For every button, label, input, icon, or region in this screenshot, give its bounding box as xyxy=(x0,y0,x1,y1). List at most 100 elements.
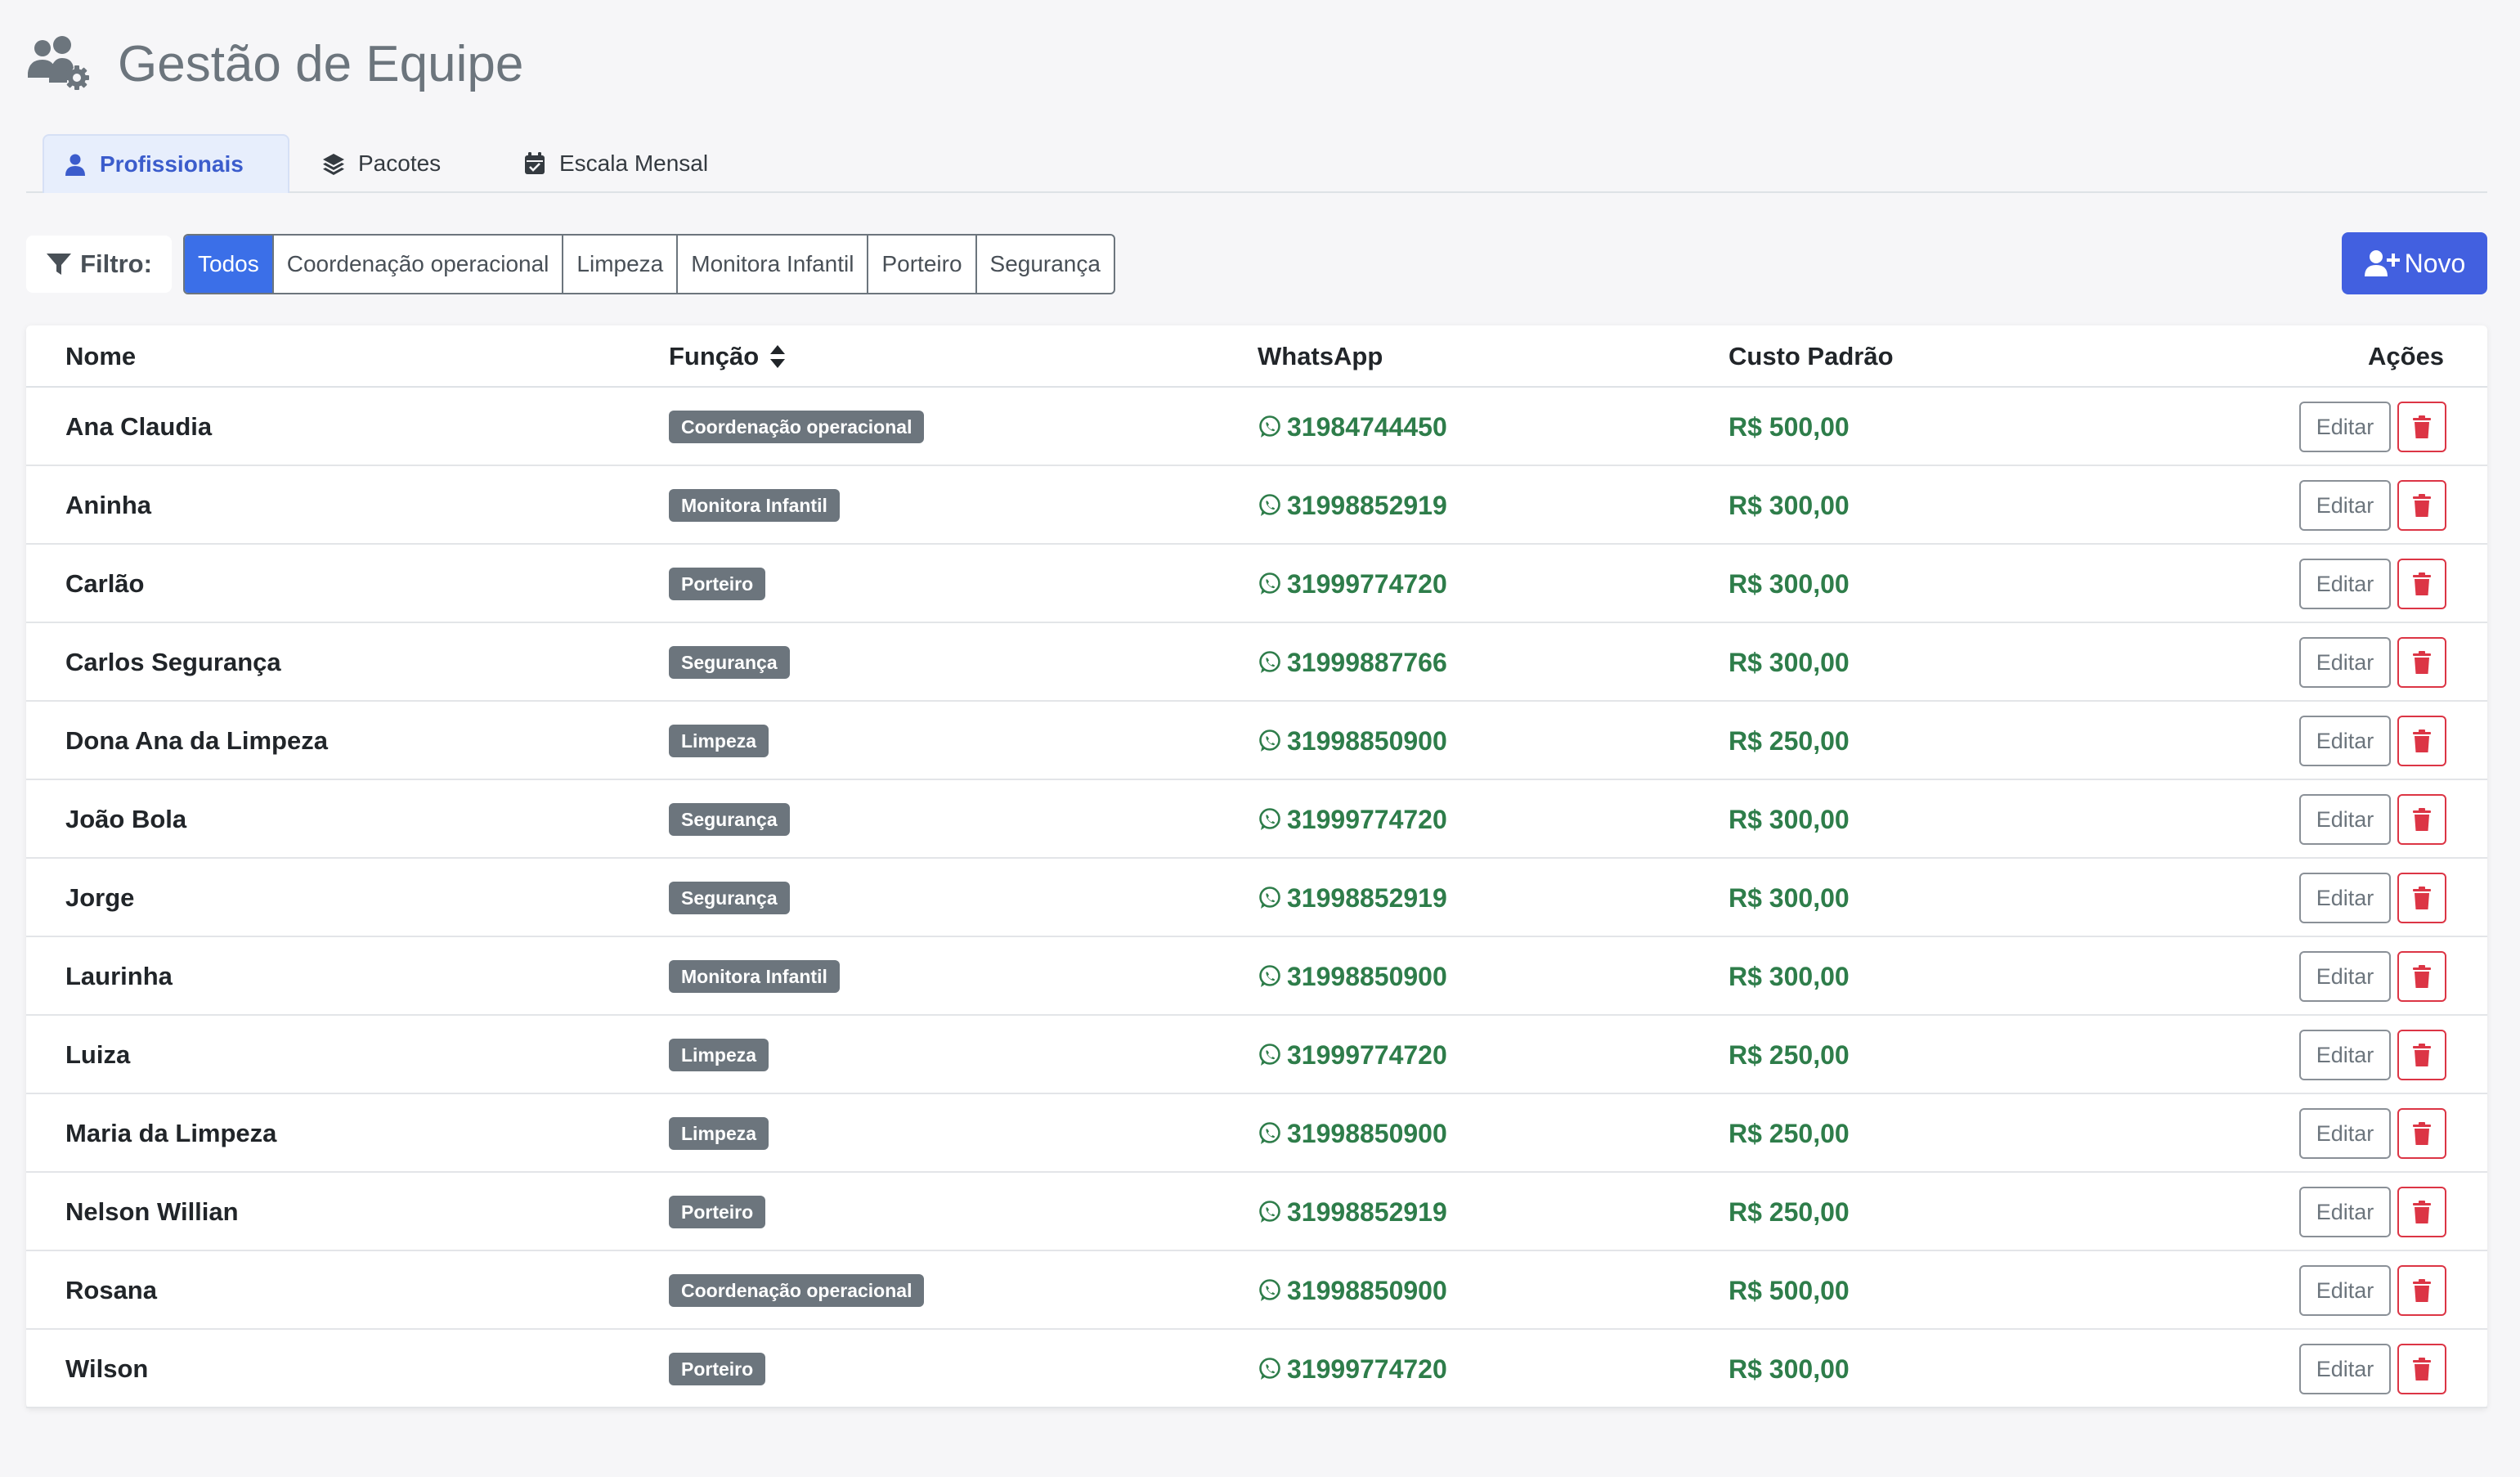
trash-icon xyxy=(2413,1122,2431,1145)
tab-label: Pacotes xyxy=(358,150,442,176)
delete-button[interactable] xyxy=(2397,1030,2446,1080)
table-row: Carlos Segurança Segurança 31999887766 R$ 3… xyxy=(26,623,2487,702)
whatsapp-icon xyxy=(1259,1122,1280,1144)
filter-button-group: Todos Coordenação operacional Limpeza Mo… xyxy=(183,234,1115,294)
edit-button[interactable]: Editar xyxy=(2299,1030,2391,1080)
whatsapp-link[interactable]: 31999774720 xyxy=(1258,780,1447,859)
filter-option-todos[interactable]: Todos xyxy=(185,236,274,293)
whatsapp-link[interactable]: 31998850900 xyxy=(1258,1094,1447,1173)
edit-button[interactable]: Editar xyxy=(2299,873,2391,923)
whatsapp-link[interactable]: 31998850900 xyxy=(1258,702,1447,780)
role-cell: Porteiro xyxy=(669,1173,766,1251)
professional-name: Ana Claudia xyxy=(65,412,213,441)
delete-button[interactable] xyxy=(2397,794,2446,845)
professionals-table: Nome Função WhatsApp Custo Padrão Ações … xyxy=(26,325,2487,1408)
trash-icon xyxy=(2413,572,2431,595)
trash-icon xyxy=(2413,415,2431,438)
filter-option-limpeza[interactable]: Limpeza xyxy=(563,236,679,293)
role-cell: Segurança xyxy=(669,623,790,702)
default-cost: R$ 300,00 xyxy=(1729,1354,1850,1384)
whatsapp-icon xyxy=(1259,1201,1280,1223)
delete-button[interactable] xyxy=(2397,951,2446,1002)
edit-button[interactable]: Editar xyxy=(2299,794,2391,845)
whatsapp-number: 31998852919 xyxy=(1287,882,1447,913)
trash-icon xyxy=(2413,1358,2431,1380)
whatsapp-link[interactable]: 31998850900 xyxy=(1258,937,1447,1016)
default-cost: R$ 300,00 xyxy=(1729,490,1850,520)
delete-button[interactable] xyxy=(2397,716,2446,766)
layers-icon xyxy=(323,154,344,175)
filter-option-seguranca[interactable]: Segurança xyxy=(977,236,1114,293)
role-badge: Segurança xyxy=(669,646,790,679)
edit-button[interactable]: Editar xyxy=(2299,716,2391,766)
edit-button[interactable]: Editar xyxy=(2299,1265,2391,1316)
edit-button[interactable]: Editar xyxy=(2299,1108,2391,1159)
edit-button[interactable]: Editar xyxy=(2299,1187,2391,1237)
edit-button[interactable]: Editar xyxy=(2299,480,2391,531)
table-row: Aninha Monitora Infantil 31998852919 R$ 300… xyxy=(26,466,2487,545)
tab-bar: Profissionais Pacotes Escala Mensal xyxy=(26,134,2487,193)
table-row: Laurinha Monitora Infantil 31998850900 R$ 3… xyxy=(26,937,2487,1016)
whatsapp-link[interactable]: 31998852919 xyxy=(1258,466,1447,545)
professional-name: Nelson Willian xyxy=(65,1197,239,1226)
professional-name: Carlos Segurança xyxy=(65,648,281,676)
table-row: Carlão Porteiro 31999774720 R$ 300,00 Editar xyxy=(26,545,2487,623)
tab-escala-mensal[interactable]: Escala Mensal xyxy=(523,134,708,193)
trash-icon xyxy=(2413,651,2431,674)
role-cell: Porteiro xyxy=(669,545,766,623)
delete-button[interactable] xyxy=(2397,1108,2446,1159)
whatsapp-link[interactable]: 31984744450 xyxy=(1258,388,1447,466)
tab-pacotes[interactable]: Pacotes xyxy=(322,134,441,193)
whatsapp-link[interactable]: 31999774720 xyxy=(1258,1330,1447,1408)
delete-button[interactable] xyxy=(2397,1265,2446,1316)
role-cell: Segurança xyxy=(669,859,790,937)
trash-icon xyxy=(2413,1044,2431,1066)
filter-option-coordenacao-operacional[interactable]: Coordenação operacional xyxy=(274,236,564,293)
edit-button[interactable]: Editar xyxy=(2299,402,2391,452)
edit-button[interactable]: Editar xyxy=(2299,559,2391,609)
edit-button[interactable]: Editar xyxy=(2299,637,2391,688)
whatsapp-number: 31998850900 xyxy=(1287,961,1447,991)
delete-button[interactable] xyxy=(2397,1187,2446,1237)
whatsapp-link[interactable]: 31999774720 xyxy=(1258,545,1447,623)
trash-icon xyxy=(2413,494,2431,517)
column-header-role[interactable]: Função xyxy=(669,325,787,388)
whatsapp-icon xyxy=(1259,730,1280,752)
default-cost: R$ 250,00 xyxy=(1729,1118,1850,1148)
column-header-cost: Custo Padrão xyxy=(1729,342,1894,370)
whatsapp-link[interactable]: 31998852919 xyxy=(1258,1173,1447,1251)
filter-option-monitora-infantil[interactable]: Monitora Infantil xyxy=(678,236,869,293)
row-actions: Editar xyxy=(2299,780,2446,859)
professional-name: Jorge xyxy=(65,883,135,912)
whatsapp-link[interactable]: 31998850900 xyxy=(1258,1251,1447,1330)
user-plus-icon xyxy=(2364,250,2400,276)
role-badge: Porteiro xyxy=(669,1196,766,1228)
default-cost: R$ 250,00 xyxy=(1729,1196,1850,1227)
tab-profissionais[interactable]: Profissionais xyxy=(43,134,289,193)
new-professional-button[interactable]: Novo xyxy=(2342,232,2487,294)
delete-button[interactable] xyxy=(2397,637,2446,688)
delete-button[interactable] xyxy=(2397,559,2446,609)
edit-button[interactable]: Editar xyxy=(2299,951,2391,1002)
role-badge: Limpeza xyxy=(669,1117,769,1150)
row-actions: Editar xyxy=(2299,1016,2446,1094)
professional-name: Wilson xyxy=(65,1354,149,1383)
filter-option-porteiro[interactable]: Porteiro xyxy=(868,236,977,293)
delete-button[interactable] xyxy=(2397,1344,2446,1394)
whatsapp-link[interactable]: 31998852919 xyxy=(1258,859,1447,937)
edit-button[interactable]: Editar xyxy=(2299,1344,2391,1394)
whatsapp-link[interactable]: 31999774720 xyxy=(1258,1016,1447,1094)
whatsapp-number: 31998852919 xyxy=(1287,1196,1447,1227)
default-cost: R$ 500,00 xyxy=(1729,1275,1850,1305)
whatsapp-link[interactable]: 31999887766 xyxy=(1258,623,1447,702)
delete-button[interactable] xyxy=(2397,480,2446,531)
role-badge: Limpeza xyxy=(669,725,769,757)
delete-button[interactable] xyxy=(2397,873,2446,923)
tab-label: Profissionais xyxy=(100,151,244,177)
professional-name: Maria da Limpeza xyxy=(65,1119,277,1147)
sort-icon xyxy=(770,345,786,368)
delete-button[interactable] xyxy=(2397,402,2446,452)
row-actions: Editar xyxy=(2299,1251,2446,1330)
column-header-role-label: Função xyxy=(669,342,760,370)
whatsapp-icon xyxy=(1259,887,1280,909)
